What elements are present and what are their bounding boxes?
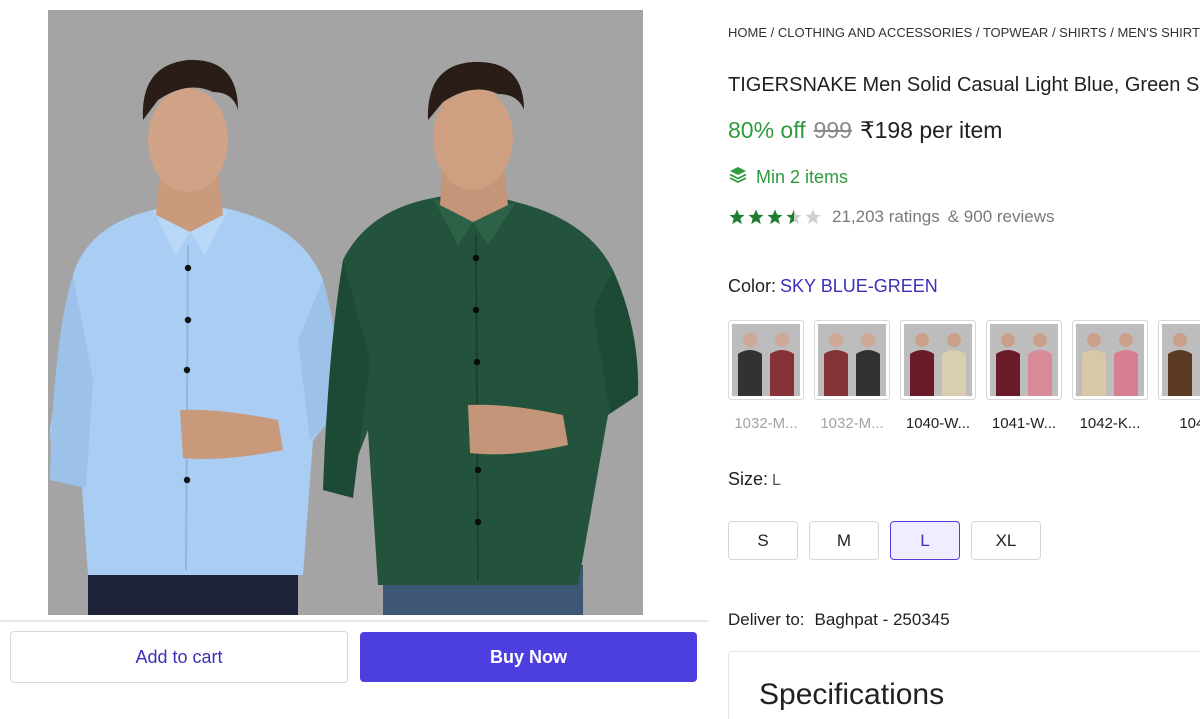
product-title: TIGERSNAKE Men Solid Casual Light Blue, …: [728, 74, 1200, 96]
color-swatch[interactable]: 1043: [1158, 320, 1200, 432]
size-option-s[interactable]: S: [728, 521, 798, 560]
color-swatch[interactable]: 1042-K...: [1072, 320, 1148, 432]
color-selector-label: Color: SKY BLUE-GREEN: [728, 276, 938, 297]
min-items-badge: Min 2 items: [728, 165, 848, 190]
color-swatches: 1032-M... 1032-M... 1040-W... 1041-W... …: [728, 320, 1200, 432]
breadcrumb-separator: /: [975, 25, 983, 40]
specifications-title: Specifications: [759, 678, 945, 711]
breadcrumb: HOME / CLOTHING AND ACCESSORIES / TOPWEA…: [728, 25, 1200, 40]
color-swatch[interactable]: 1041-W...: [986, 320, 1062, 432]
swatch-label: 1032-M...: [734, 415, 798, 432]
mrp-price: 999: [813, 117, 852, 143]
breadcrumb-mens-shirts[interactable]: MEN'S SHIRTS: [1117, 25, 1200, 40]
star-half-icon: [786, 209, 802, 225]
size-option-m[interactable]: M: [809, 521, 879, 560]
color-swatch[interactable]: 1032-M...: [728, 320, 804, 432]
delivery-location[interactable]: Deliver to: Baghpat - 250345: [728, 610, 950, 630]
action-bar-divider: [0, 620, 708, 622]
specifications-card: Specifications: [728, 651, 1200, 719]
swatch-thumbnail: [728, 320, 804, 400]
deliver-label: Deliver to:: [728, 610, 805, 629]
rating-row[interactable]: 21,203 ratings & 900 reviews: [728, 207, 1055, 227]
star-icon: [767, 209, 783, 225]
color-swatch[interactable]: 1032-M...: [814, 320, 890, 432]
swatch-thumbnail: [900, 320, 976, 400]
color-label: Color:: [728, 276, 777, 296]
swatch-thumbnail: [986, 320, 1062, 400]
ratings-count: 21,203 ratings: [832, 207, 940, 226]
size-options: S M L XL: [728, 521, 1041, 560]
swatch-label: 1042-K...: [1079, 415, 1141, 432]
size-value: L: [772, 472, 781, 489]
selling-price: ₹198 per item: [859, 117, 1003, 143]
discount-percent: 80% off: [728, 117, 806, 143]
swatch-thumbnail: [1158, 320, 1200, 400]
color-value: SKY BLUE-GREEN: [780, 276, 938, 296]
star-icon: [748, 209, 764, 225]
breadcrumb-topwear[interactable]: TOPWEAR: [983, 25, 1049, 40]
breadcrumb-shirts[interactable]: SHIRTS: [1059, 25, 1106, 40]
buy-now-button[interactable]: Buy Now: [360, 632, 697, 682]
layers-icon: [728, 165, 748, 190]
reviews-count: & 900 reviews: [947, 207, 1055, 226]
color-swatch[interactable]: 1040-W...: [900, 320, 976, 432]
breadcrumb-home[interactable]: HOME: [728, 25, 767, 40]
product-photo: [48, 10, 643, 615]
star-rating: [728, 208, 822, 226]
swatch-thumbnail: [1072, 320, 1148, 400]
product-details: HOME / CLOTHING AND ACCESSORIES / TOPWEA…: [728, 0, 1200, 719]
breadcrumb-clothing[interactable]: CLOTHING AND ACCESSORIES: [778, 25, 972, 40]
swatch-label: 1032-M...: [820, 415, 884, 432]
deliver-location-value: Baghpat - 250345: [814, 610, 950, 629]
swatch-label: 1041-W...: [991, 415, 1057, 432]
product-image[interactable]: [48, 10, 643, 615]
size-option-xl[interactable]: XL: [971, 521, 1041, 560]
breadcrumb-separator: /: [770, 25, 778, 40]
price-row: 80% off 999 ₹198 per item: [728, 117, 1002, 144]
swatch-label: 1043: [1179, 415, 1200, 432]
size-selector-label: Size: L: [728, 469, 781, 490]
add-to-cart-button[interactable]: Add to cart: [10, 631, 348, 683]
swatch-label: 1040-W...: [905, 415, 971, 432]
star-empty-icon: [805, 209, 821, 225]
star-icon: [729, 209, 745, 225]
min-items-text: Min 2 items: [756, 167, 849, 187]
swatch-thumbnail: [814, 320, 890, 400]
size-label: Size:: [728, 469, 769, 489]
size-option-l[interactable]: L: [890, 521, 960, 560]
